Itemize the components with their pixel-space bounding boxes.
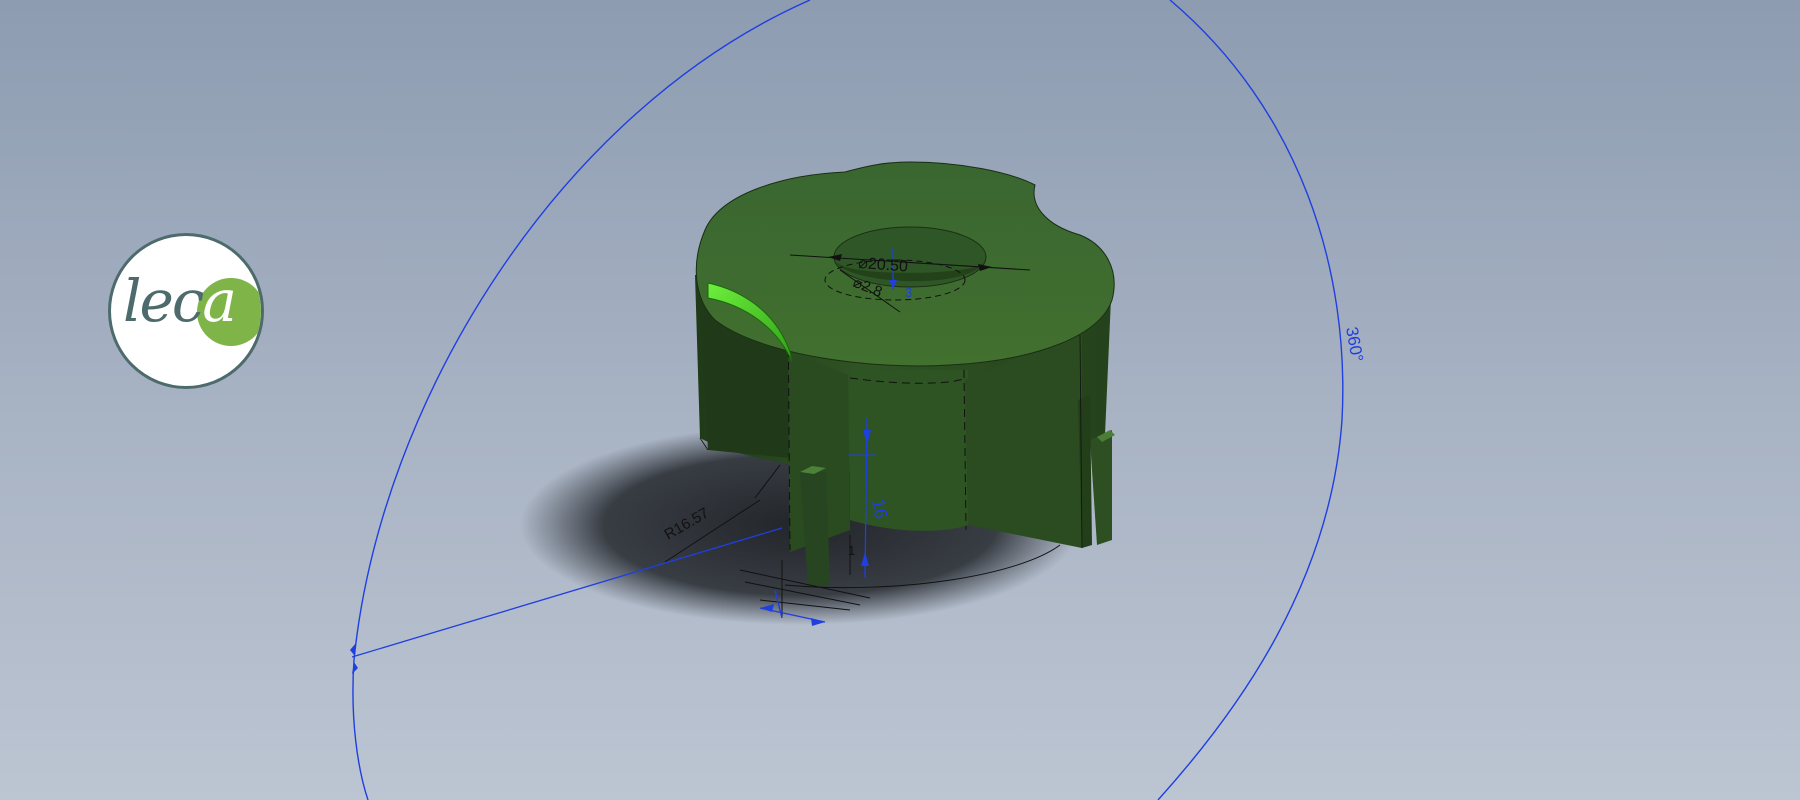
logo-text-part1: lec xyxy=(123,267,204,335)
outer-diameter-label[interactable]: ⌀20.50 xyxy=(858,255,909,275)
small-dim-a-label[interactable]: 3 xyxy=(905,285,912,300)
revolve-angle-label[interactable]: 360° xyxy=(1342,325,1367,363)
logo-text-part2: a xyxy=(202,267,237,335)
small-dim-b-label[interactable]: 1 xyxy=(848,543,855,558)
graphics-viewport[interactable]: ⌀20.50 ⌀2.8 3 360° R16.57 16 1 leca xyxy=(0,0,1800,800)
logo-text: leca xyxy=(123,272,237,330)
height-label[interactable]: 16 xyxy=(868,497,891,520)
model-scene[interactable]: ⌀20.50 ⌀2.8 3 360° R16.57 16 1 xyxy=(0,0,1800,800)
leca-logo[interactable]: leca xyxy=(108,233,264,389)
